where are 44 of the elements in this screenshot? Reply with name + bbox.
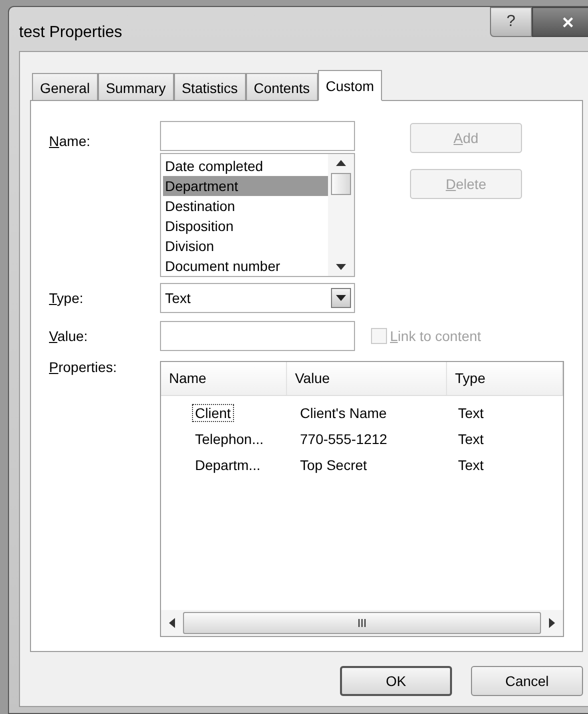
- table-cell-text: Text: [457, 404, 485, 422]
- grip-icon: [358, 619, 366, 627]
- field-label: Value:: [49, 326, 88, 346]
- field-label: Type:: [49, 288, 84, 308]
- table-cell-text: Text: [457, 430, 485, 448]
- down-arrow-icon: [336, 264, 346, 270]
- horizontal-scrollbar[interactable]: [161, 610, 563, 636]
- help-button[interactable]: ?: [490, 7, 532, 37]
- dialog-button[interactable]: Cancel: [471, 666, 583, 696]
- close-button[interactable]: ×: [532, 7, 588, 37]
- type-dropdown[interactable]: Text: [160, 283, 355, 313]
- tab[interactable]: Summary: [98, 73, 174, 100]
- list-item[interactable]: Date completed: [163, 156, 328, 176]
- table-cell-text: 770-555-1212: [299, 430, 388, 448]
- field-label: Name:: [49, 132, 90, 151]
- tab[interactable]: General: [32, 73, 98, 100]
- up-arrow-icon: [336, 160, 346, 166]
- left-arrow-icon: [169, 618, 175, 628]
- tab[interactable]: Custom: [318, 70, 382, 101]
- table-cell-text: Text: [457, 456, 485, 474]
- column-header[interactable]: Value: [287, 362, 447, 395]
- list-item[interactable]: Destination: [163, 196, 328, 216]
- list-item[interactable]: Division: [163, 236, 328, 256]
- value-input[interactable]: [160, 321, 355, 351]
- column-header[interactable]: Type: [447, 362, 563, 395]
- vertical-scrollbar[interactable]: [328, 154, 354, 276]
- name-input[interactable]: [160, 121, 355, 151]
- tab[interactable]: Statistics: [174, 73, 246, 100]
- table-cell[interactable]: Departm...: [192, 456, 264, 474]
- scroll-thumb: [331, 173, 351, 195]
- right-arrow-icon: [549, 618, 555, 628]
- window-title: test Properties: [19, 23, 124, 43]
- table-cell[interactable]: Telephon...: [192, 430, 266, 448]
- list-item[interactable]: Department: [163, 176, 328, 196]
- tab[interactable]: Contents: [246, 73, 318, 100]
- table-cell-text: Client's Name: [299, 404, 388, 422]
- field-label: Link to content: [390, 326, 482, 346]
- table-cell[interactable]: Client: [192, 404, 234, 422]
- list-item[interactable]: Disposition: [163, 216, 328, 236]
- field-label: Properties:: [49, 358, 117, 377]
- table-cell-text: Top Secret: [299, 456, 368, 474]
- column-header[interactable]: Name: [161, 362, 287, 395]
- list-item[interactable]: Document number: [163, 256, 328, 276]
- dialog-button[interactable]: OK: [340, 666, 452, 696]
